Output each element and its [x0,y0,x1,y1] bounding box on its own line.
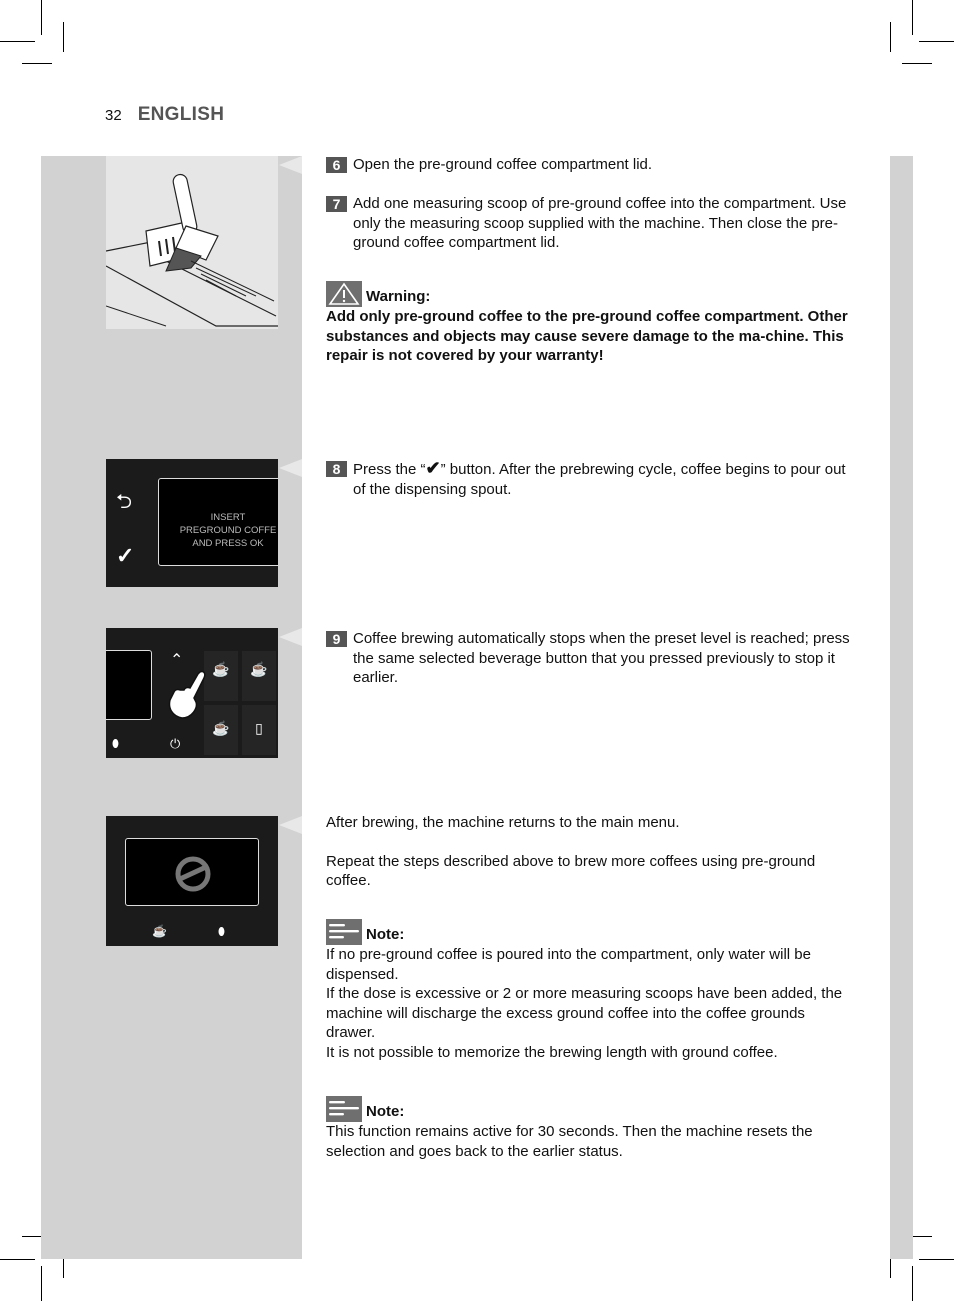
note-text: If no pre-ground coffee is poured into t… [326,946,811,983]
step-7: 7 Add one measuring scoop of pre-ground … [326,194,856,253]
note-text: If the dose is excessive or 2 or more me… [326,985,843,1042]
checkmark-icon: ✔ [425,458,441,478]
step-number-badge: 8 [326,461,347,477]
large-coffee-button: ☕ [204,705,238,755]
crop-mark [41,0,42,35]
step-text: Press the “ [353,461,426,478]
display-line: INSERT [210,512,246,523]
warning-callout: Warning: Add only pre-ground coffee to t… [326,281,856,366]
coffee-machine-illustration [106,173,278,327]
pointing-hand-icon [166,668,206,720]
page-header: 32 ENGLISH [105,104,224,126]
aroma-strength-icon: ☕ [152,924,167,938]
note-lines-icon [326,919,362,945]
display-screen: INSERT PREGROUND COFFE AND PRESS OK [158,478,278,566]
page-edge-tab [890,156,913,1259]
crop-mark [41,1266,42,1301]
crop-mark [912,0,913,35]
display-line: PREGROUND COFFE [179,525,277,536]
step-text: Open the pre-ground coffee compartment l… [353,156,653,173]
checkmark-icon: ✓ [116,543,135,568]
step-text: Add one measuring scoop of pre-ground co… [353,195,847,252]
step-number-badge: 6 [326,157,347,173]
crop-mark [0,41,35,42]
crop-mark [902,63,932,64]
note-title: Note: [366,1103,405,1121]
back-arrow-icon: ⮌ [116,491,133,513]
crop-mark [912,1266,913,1301]
figure-pointer [279,156,302,174]
crop-mark [890,22,891,52]
figure-display-insert: ⮌ ✓ INSERT PREGROUND COFFE AND PRESS OK [106,459,278,587]
warning-title: Warning: [366,288,431,306]
page-number: 32 [105,107,122,124]
step-number-badge: 7 [326,196,347,212]
figure-pointer [279,459,302,477]
step-8: 8 Press the “✔” button. After the prebre… [326,458,856,499]
coffee-button: ☕ [242,651,276,701]
power-icon: ⏻ [170,736,181,751]
after-brewing: After brewing, the machine returns to th… [326,813,856,891]
note-lines-icon [326,1096,362,1122]
warning-triangle-icon [326,281,362,307]
espresso-button: ☕ [204,651,238,701]
crop-mark [919,1259,954,1260]
display-screen [125,838,259,906]
section-language: ENGLISH [137,104,225,125]
paragraph: Repeat the steps described above to brew… [326,852,816,890]
coffee-bean-icon: ⬮ [218,926,225,938]
up-arrow-icon: ⌃ [170,652,184,669]
hot-water-button: ▯ [242,705,276,755]
coffee-bean-icon: ⬮ [112,738,119,750]
crop-mark [919,41,954,42]
note-text: It is not possible to memorize the brewi… [326,1043,778,1061]
figure-pointer [279,628,302,646]
step-6: 6 Open the pre-ground coffee compartment… [326,155,856,175]
brand-logo-icon [175,856,211,892]
note-text: This function remains active for 30 seco… [326,1123,813,1160]
figure-pointer [279,816,302,834]
step-text: Coffee brewing automatically stops when … [353,630,850,687]
crop-mark [22,63,52,64]
step-9: 9 Coffee brewing automatically stops whe… [326,629,856,688]
figure-main-menu: ☕ ⬮ [106,816,278,946]
figure-beverage-buttons: ⌃ ☕ ☕ ☕ ▯ ⬮ ⏻ [106,628,278,758]
display-screen [106,650,152,720]
display-line: AND PRESS OK [192,538,264,549]
warning-text: Add only pre-ground coffee to the pre-gr… [326,308,848,365]
note-title: Note: [366,926,405,944]
crop-mark [0,1259,35,1260]
note-callout: Note: If no pre-ground coffee is poured … [326,919,856,1063]
figure-compartment-lid [106,156,278,329]
step-number-badge: 9 [326,631,347,647]
note-callout: Note: This function remains active for 3… [326,1096,856,1161]
crop-mark [63,22,64,52]
paragraph: After brewing, the machine returns to th… [326,814,680,831]
